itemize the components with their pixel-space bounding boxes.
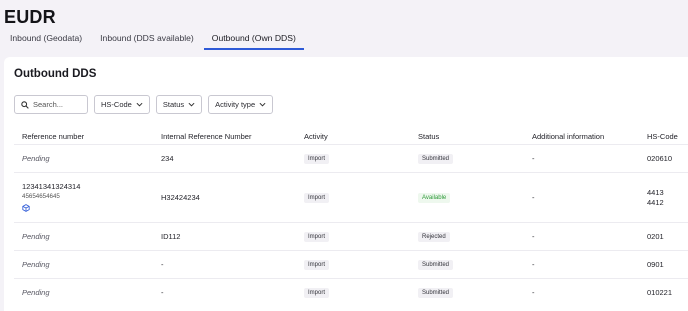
column-header-reference[interactable]: Reference number <box>14 128 153 145</box>
hs-code-filter[interactable]: HS-Code <box>94 95 150 114</box>
additional-info-cell: - <box>524 172 639 223</box>
outbound-dds-card: Outbound DDS HS-Code Status Activity typ… <box>4 57 688 311</box>
chevron-down-icon <box>259 102 266 107</box>
hs-code-cell: 010221 <box>639 278 688 307</box>
reference-cell: 12341341324314 45654654645 <box>14 172 153 223</box>
status-badge: Submitted <box>418 288 454 299</box>
search-box[interactable] <box>14 95 88 114</box>
status-cell: Submitted <box>410 144 524 173</box>
status-badge: Submitted <box>418 154 454 164</box>
hs-code-cell: 0201 <box>639 222 688 251</box>
status-filter[interactable]: Status <box>155 95 203 114</box>
tab-inbound-dds-available[interactable]: Inbound (DDS available) <box>92 30 202 48</box>
activity-cell: Import <box>296 278 410 307</box>
activity-cell: Import <box>296 172 410 223</box>
tab-inbound-geodata[interactable]: Inbound (Geodata) <box>2 30 90 48</box>
internal-reference-cell: 234 <box>153 144 296 173</box>
status-cell: Submitted <box>410 250 524 279</box>
table-row[interactable]: Pending - Import Submitted - 0901 <box>14 250 688 279</box>
table-row[interactable]: 12341341324314 45654654645 H32424234 Imp… <box>14 172 688 223</box>
search-icon <box>21 96 29 114</box>
sub-reference-number: 45654654645 <box>22 192 60 200</box>
chevron-down-icon <box>136 102 143 107</box>
reference-cell: Pending <box>14 222 153 251</box>
outbound-dds-table: Reference number Internal Reference Numb… <box>14 128 688 307</box>
chevron-down-icon <box>188 102 195 107</box>
status-cell: Available <box>410 172 524 223</box>
additional-info-cell: - <box>524 278 639 307</box>
internal-reference-cell: H32424234 <box>153 172 296 223</box>
table-row[interactable]: Pending - Import Submitted - 010221 <box>14 278 688 307</box>
column-header-internal-reference[interactable]: Internal Reference Number <box>153 128 296 145</box>
cube-icon[interactable] <box>22 203 145 214</box>
hs-code-filter-label: HS-Code <box>101 100 132 109</box>
status-badge: Available <box>418 193 451 203</box>
additional-info-cell: - <box>524 250 639 279</box>
activity-type-filter[interactable]: Activity type <box>208 95 274 114</box>
tab-bar: Inbound (Geodata) Inbound (DDS available… <box>0 30 304 50</box>
additional-info-cell: - <box>524 222 639 251</box>
internal-reference-cell: ID112 <box>153 222 296 251</box>
activity-cell: Import <box>296 250 410 279</box>
hs-code-cell: 020610 <box>639 144 688 173</box>
status-badge: Submitted <box>418 260 454 270</box>
status-filter-label: Status <box>162 100 185 109</box>
hs-code-value: 4413 <box>647 187 664 197</box>
status-cell: Rejected <box>410 222 524 251</box>
activity-cell: Import <box>296 144 410 173</box>
hs-code-cell: 4413 4412 <box>639 172 688 223</box>
internal-reference-cell: - <box>153 278 296 307</box>
column-header-activity[interactable]: Activity <box>296 128 410 145</box>
activity-type-filter-label: Activity type <box>215 100 256 109</box>
tab-outbound-own-dds[interactable]: Outbound (Own DDS) <box>203 30 304 50</box>
table-row[interactable]: Pending 234 Import Submitted - 020610 <box>14 144 688 173</box>
activity-badge: Import <box>304 260 330 270</box>
activity-badge: Import <box>304 154 330 164</box>
column-header-status[interactable]: Status <box>410 128 524 145</box>
activity-badge: Import <box>304 193 330 203</box>
section-title: Outbound DDS <box>14 68 97 80</box>
activity-badge: Import <box>304 288 330 299</box>
table-row[interactable]: Pending ID112 Import Rejected - 0201 <box>14 222 688 251</box>
column-header-additional-info[interactable]: Additional information <box>524 128 639 145</box>
status-badge: Rejected <box>418 232 450 242</box>
status-cell: Submitted <box>410 278 524 307</box>
app-title: EUDR <box>4 7 56 27</box>
reference-cell: Pending <box>14 144 153 173</box>
table-header-row: Reference number Internal Reference Numb… <box>14 128 688 145</box>
internal-reference-cell: - <box>153 250 296 279</box>
reference-cell: Pending <box>14 278 153 307</box>
activity-badge: Import <box>304 232 330 242</box>
reference-cell: Pending <box>14 250 153 279</box>
additional-info-cell: - <box>524 144 639 173</box>
hs-code-cell: 0901 <box>639 250 688 279</box>
column-header-hs-code[interactable]: HS-Code <box>639 128 688 145</box>
reference-number: 12341341324314 <box>22 181 81 191</box>
activity-cell: Import <box>296 222 410 251</box>
filter-bar: HS-Code Status Activity type <box>14 95 274 114</box>
hs-code-value: 4412 <box>647 197 664 207</box>
search-input[interactable] <box>33 100 85 109</box>
